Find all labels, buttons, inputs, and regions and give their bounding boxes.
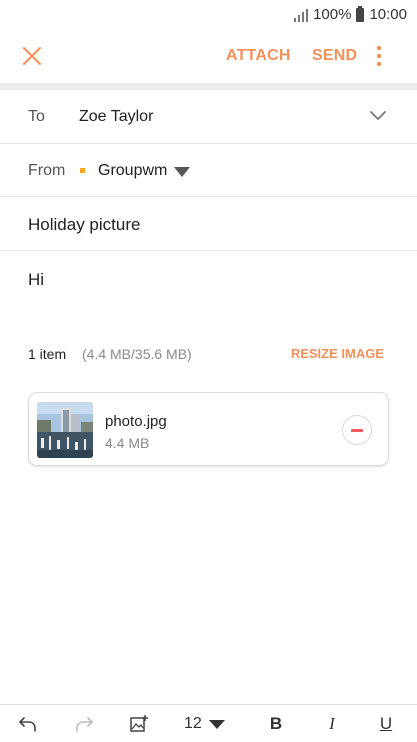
header-divider: [0, 83, 417, 90]
attachment-file-name: photo.jpg: [105, 413, 167, 430]
attachment-count: 1 item: [28, 346, 67, 362]
attachment-summary: 1 item (4.4 MB/35.6 MB) RESIZE IMAGE: [0, 346, 417, 366]
italic-button[interactable]: I: [322, 713, 342, 735]
resize-image-button[interactable]: RESIZE IMAGE: [291, 346, 384, 361]
subject-row[interactable]: Holiday picture: [0, 197, 417, 251]
font-size-selector[interactable]: 12: [184, 713, 234, 735]
battery-percent: 100%: [313, 6, 352, 23]
bold-button[interactable]: B: [266, 713, 286, 735]
status-indicators: 100% 10:00: [294, 5, 407, 23]
to-label: To: [28, 108, 45, 125]
sender-row: From Groupwm: [0, 144, 417, 197]
recipient-row[interactable]: To Zoe Taylor: [0, 90, 417, 144]
recipient-field[interactable]: Zoe Taylor: [79, 108, 153, 126]
redo-icon[interactable]: [72, 713, 96, 735]
attachment-size-total: (4.4 MB/35.6 MB): [82, 346, 192, 362]
attach-button[interactable]: ATTACH: [226, 47, 291, 65]
attachment-file-size: 4.4 MB: [105, 435, 150, 451]
font-size-value: 12: [184, 715, 202, 732]
status-bar: 100% 10:00: [0, 0, 417, 30]
underline-button[interactable]: U: [376, 713, 396, 735]
clock: 10:00: [369, 6, 407, 23]
remove-attachment-icon[interactable]: [342, 415, 372, 445]
signal-icon: [294, 8, 309, 22]
attachment-item[interactable]: photo.jpg 4.4 MB: [28, 392, 389, 466]
close-icon[interactable]: [21, 45, 43, 67]
account-color-dot: [80, 168, 85, 173]
message-body[interactable]: Hi: [28, 270, 44, 290]
subject-field[interactable]: Holiday picture: [28, 215, 140, 235]
font-size-dropdown-icon: [208, 719, 225, 729]
undo-icon[interactable]: [16, 713, 40, 735]
chevron-down-icon[interactable]: [369, 110, 387, 122]
more-options-icon[interactable]: [369, 44, 389, 68]
formatting-toolbar: 12 B I U: [0, 704, 417, 742]
sender-account-value: Groupwm: [98, 162, 168, 179]
dropdown-triangle-icon: [174, 167, 190, 177]
send-button[interactable]: SEND: [312, 47, 357, 65]
battery-icon: [356, 5, 365, 22]
action-bar: ATTACH SEND: [0, 30, 417, 82]
attachment-thumbnail: [37, 402, 93, 458]
insert-image-icon[interactable]: [127, 713, 151, 735]
from-label: From: [28, 162, 66, 179]
